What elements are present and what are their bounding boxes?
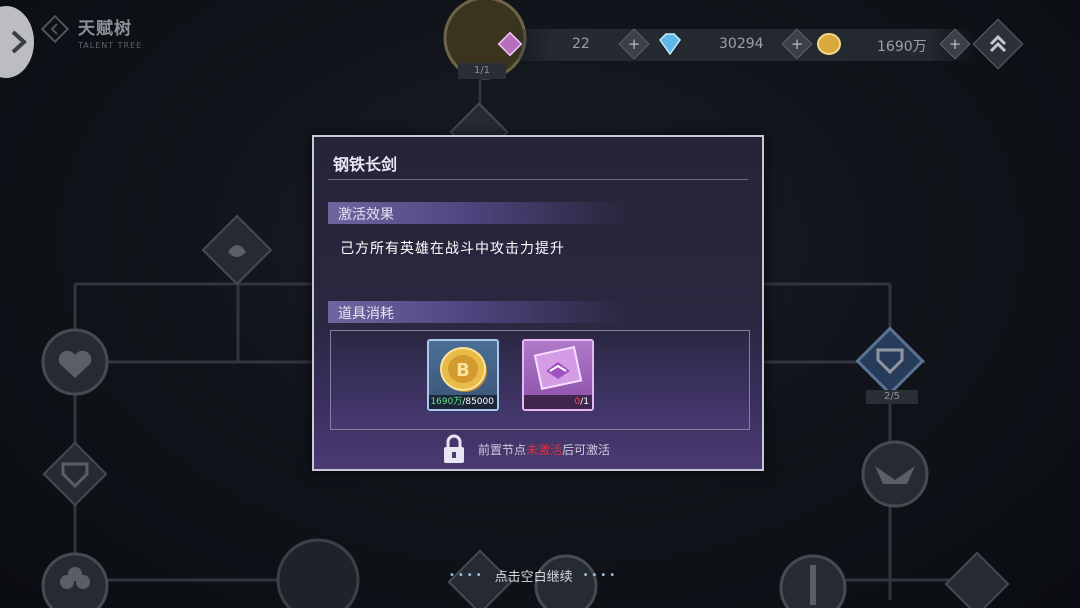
gold-coin-item[interactable]: B 1690万/85000 [427,339,499,411]
cost-section-header: 道具消耗 [328,301,628,323]
plus-icon: + [948,34,962,53]
lock-prefix: 前置节点 [478,442,527,457]
unlock-requirement-text: 前置节点未激活后可激活 [478,441,610,458]
lock-suffix: 后可激活 [562,442,611,457]
tree-node-sword[interactable] [779,554,847,608]
effect-description: 己方所有英雄在战斗中攻击力提升 [340,241,565,257]
page-header: 天赋树 TALENT TREE [40,14,142,50]
cost-header-label: 道具消耗 [338,306,394,322]
plus-icon: + [627,34,641,53]
tree-node-diamond[interactable] [201,214,273,286]
tree-node-shield[interactable] [42,441,108,507]
purple-crystal-item[interactable]: 0/1 [522,339,594,411]
page-title: 天赋树 [78,19,132,39]
tree-node-heart[interactable] [41,328,109,396]
chevron-right-icon [11,30,27,54]
double-chevron-up-icon [989,34,1007,53]
page-subtitle: TALENT TREE [78,41,143,50]
plus-icon: + [790,34,804,53]
cost-items-panel: B 1690万/85000 0/1 [330,330,750,430]
gold-coin-icon: B [440,347,487,392]
dots-right-icon: •••• [582,570,619,581]
tree-node-eagle[interactable] [861,440,929,508]
talent-title: 钢铁长剑 [333,155,398,174]
effect-header-label: 激活效果 [338,207,394,223]
diamond-gem-icon [659,33,681,56]
effect-section-header: 激活效果 [328,202,628,224]
diamond-back-icon[interactable] [40,14,70,44]
tap-to-continue[interactable]: •••• 点击空白继续 •••• [449,566,618,585]
lock-icon [444,434,464,463]
right-node-progress: 2/5 [866,390,918,404]
tree-node-bottom-right[interactable] [944,551,1010,608]
gold-coin-have: 1690万 [430,397,463,407]
gold-coin-icon [817,33,841,55]
gold-value: 1690万 [877,39,927,55]
tree-node-blue-shield[interactable] [855,326,925,396]
pink-gem-icon [497,31,523,57]
top-node-progress: 1/1 [458,63,506,79]
dots-left-icon: •••• [449,570,485,581]
unlock-requirement: 前置节点未激活后可激活 [440,433,610,465]
lock-status: 未激活 [526,442,563,457]
resource-value-1: 22 [572,36,590,52]
gold-coin-count: 1690万/85000 [429,395,497,409]
tree-node-clover[interactable] [41,552,109,608]
title-divider [328,179,748,180]
diamond-value: 30294 [719,36,764,52]
svg-text:B: B [456,360,470,381]
continue-text: 点击空白继续 [494,570,573,585]
talent-detail-modal: 钢铁长剑 激活效果 己方所有英雄在战斗中攻击力提升 道具消耗 B 1690万/8… [312,135,764,471]
purple-crystal-icon [533,346,583,390]
gold-coin-need: 85000 [465,397,494,407]
purple-crystal-count: 0/1 [524,395,592,409]
purple-crystal-need: 1 [583,397,589,407]
